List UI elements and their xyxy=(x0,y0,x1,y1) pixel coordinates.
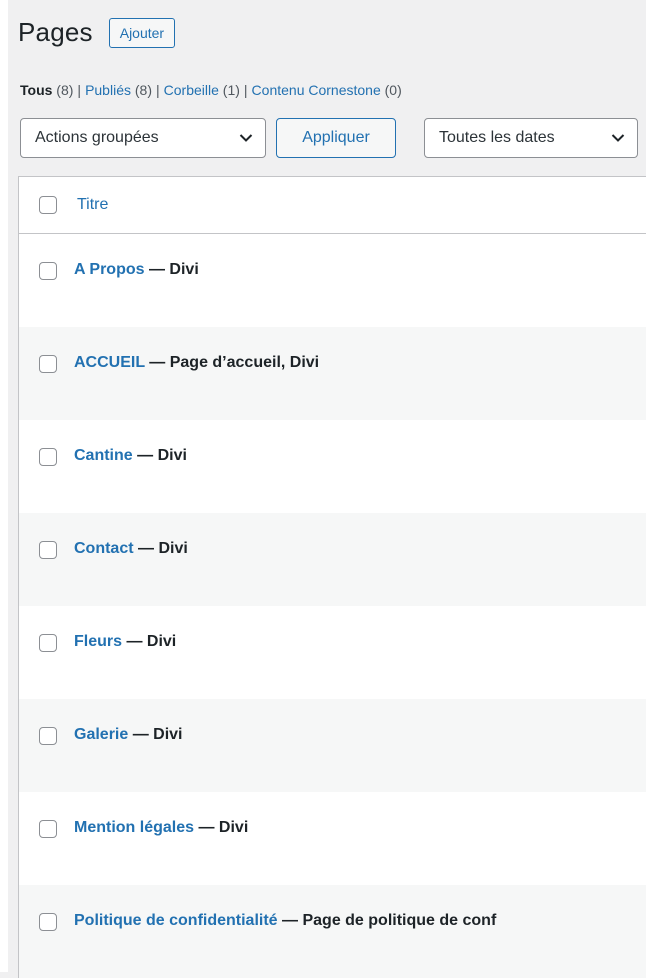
left-edge-strip xyxy=(0,0,8,972)
filter-all[interactable]: Tous (8) xyxy=(20,82,73,98)
filter-trash-label: Corbeille xyxy=(163,82,219,98)
row-title-link[interactable]: Contact xyxy=(74,540,134,557)
post-state-prefix: — xyxy=(144,354,170,371)
row-title-link[interactable]: Cantine xyxy=(74,447,133,464)
row-title-link[interactable]: A Propos xyxy=(74,261,145,278)
row-checkbox[interactable] xyxy=(39,820,57,838)
post-state-prefix: — xyxy=(194,819,219,836)
filter-all-label: Tous xyxy=(20,82,53,98)
filter-published-count: (8) xyxy=(134,82,152,98)
post-state-prefix: — xyxy=(144,261,170,278)
post-state: Page d’accueil, Divi xyxy=(169,354,320,371)
table-row: Cantine — Divi xyxy=(19,420,646,513)
table-header: Titre xyxy=(19,177,646,234)
filter-cornerstone-count: (0) xyxy=(384,82,402,98)
title-column-header[interactable]: Titre xyxy=(77,196,108,214)
table-row: A Propos — Divi xyxy=(19,234,646,327)
post-state: Divi xyxy=(153,726,183,743)
filter-all-count: (8) xyxy=(56,82,74,98)
add-page-button[interactable]: Ajouter xyxy=(108,18,176,48)
row-title-link[interactable]: Galerie xyxy=(74,726,128,743)
pages-table: Titre A Propos — Divi ACCUEIL — Page d’a… xyxy=(18,176,646,978)
row-title: ACCUEIL — Page d’accueil, Divi xyxy=(74,354,319,372)
table-row: ACCUEIL — Page d’accueil, Divi xyxy=(19,327,646,420)
dates-filter-value: Toutes les dates xyxy=(439,129,555,146)
row-checkbox[interactable] xyxy=(39,355,57,373)
table-row: Contact — Divi xyxy=(19,513,646,606)
post-state: Divi xyxy=(218,819,249,836)
row-title-link[interactable]: Mention légales xyxy=(74,819,194,836)
row-title-link[interactable]: Fleurs xyxy=(74,633,122,650)
post-state-prefix: — xyxy=(277,912,303,929)
row-title: Contact — Divi xyxy=(74,540,188,558)
row-title-link[interactable]: Politique de confidentialité xyxy=(74,912,278,929)
post-state: Page de politique de conf xyxy=(302,912,497,929)
post-state: Divi xyxy=(157,447,187,464)
post-state: Divi xyxy=(169,261,199,278)
chevron-down-icon xyxy=(611,134,625,142)
row-title: Politique de confidentialité — Page de p… xyxy=(74,912,496,930)
filter-separator: | xyxy=(77,82,82,98)
filter-trash-count: (1) xyxy=(222,82,240,98)
post-state-prefix: — xyxy=(128,726,154,743)
page-title: Pages xyxy=(18,17,93,47)
row-title-link[interactable]: ACCUEIL xyxy=(74,354,145,371)
status-filter-links: Tous (8) | Publiés (8) | Corbeille (1) | Conte… xyxy=(20,82,402,98)
bulk-actions-value: Actions groupées xyxy=(35,129,159,146)
filter-separator: | xyxy=(243,82,248,98)
table-row: Fleurs — Divi xyxy=(19,606,646,699)
row-title: Cantine — Divi xyxy=(74,447,187,465)
row-title: Fleurs — Divi xyxy=(74,633,176,651)
row-checkbox[interactable] xyxy=(39,634,57,652)
filter-published-label: Publiés xyxy=(85,82,131,98)
row-checkbox[interactable] xyxy=(39,541,57,559)
page-header: Pages Ajouter xyxy=(18,14,176,50)
filter-cornerstone[interactable]: Contenu Cornestone (0) xyxy=(252,82,402,98)
table-row: Galerie — Divi xyxy=(19,699,646,792)
post-state: Divi xyxy=(146,633,177,650)
row-checkbox[interactable] xyxy=(39,448,57,466)
row-checkbox[interactable] xyxy=(39,727,57,745)
row-title: A Propos — Divi xyxy=(74,261,199,279)
filter-published[interactable]: Publiés (8) xyxy=(85,82,152,98)
row-checkbox[interactable] xyxy=(39,913,57,931)
table-row: Mention légales — Divi xyxy=(19,792,646,885)
chevron-down-icon xyxy=(239,134,253,142)
post-state-prefix: — xyxy=(122,633,147,650)
post-state-prefix: — xyxy=(132,447,158,464)
post-state-prefix: — xyxy=(133,540,159,557)
dates-filter-select[interactable]: Toutes les dates xyxy=(424,118,638,158)
row-title: Mention légales — Divi xyxy=(74,819,248,837)
post-state: Divi xyxy=(158,540,188,557)
bulk-actions-select[interactable]: Actions groupées xyxy=(20,118,266,158)
filter-separator: | xyxy=(156,82,160,98)
apply-button[interactable]: Appliquer xyxy=(276,118,396,158)
row-checkbox[interactable] xyxy=(39,262,57,280)
row-title: Galerie — Divi xyxy=(74,726,183,744)
filter-cornerstone-label: Contenu Cornestone xyxy=(251,82,381,98)
filter-trash[interactable]: Corbeille (1) xyxy=(164,82,240,98)
select-all-checkbox[interactable] xyxy=(39,196,57,214)
table-row: Politique de confidentialité — Page de p… xyxy=(19,885,646,978)
